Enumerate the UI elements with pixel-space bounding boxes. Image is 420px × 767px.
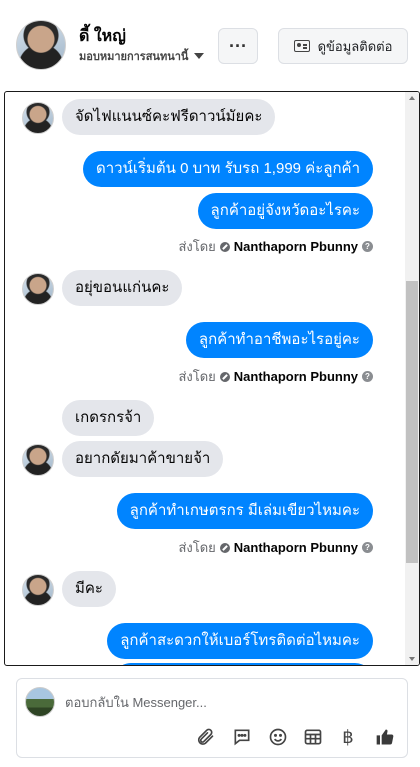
incoming-message[interactable]: อยุ่ขอนแก่นคะ xyxy=(62,270,183,306)
table-icon[interactable] xyxy=(301,725,325,749)
sender-name: Nanthaporn Pbunny xyxy=(233,239,358,254)
view-contact-info-button[interactable]: ดูข้อมูลติดต่อ xyxy=(278,28,408,64)
sent-by-label: ส่งโดย Nanthaporn Pbunny ? xyxy=(178,537,373,558)
help-icon[interactable]: ? xyxy=(362,241,373,252)
page-avatar xyxy=(25,687,55,717)
more-options-button[interactable]: ··· xyxy=(218,28,258,64)
outgoing-message-partial xyxy=(113,663,373,665)
like-icon[interactable] xyxy=(373,725,397,749)
sent-by-label: ส่งโดย Nanthaporn Pbunny ? xyxy=(178,236,373,257)
sent-by-prefix: ส่งโดย xyxy=(178,239,216,254)
contact-avatar-small[interactable] xyxy=(22,102,54,134)
caret-down-icon xyxy=(194,53,205,59)
speech-bubble-icon[interactable] xyxy=(230,725,254,749)
message-composer: ฿ xyxy=(16,678,408,758)
sent-by-prefix: ส่งโดย xyxy=(178,369,216,384)
contact-avatar-small[interactable] xyxy=(22,444,54,476)
outgoing-message[interactable]: ลูกค้าอยู่จังหวัดอะไรคะ xyxy=(197,193,373,229)
assign-label: มอบหมายการสนทนานี้ xyxy=(79,51,189,63)
contact-avatar-small[interactable] xyxy=(22,273,54,305)
outgoing-message[interactable]: ลูกค้าสะดวกให้เบอร์โทรติดต่อไหมคะ xyxy=(107,623,373,659)
sender-name: Nanthaporn Pbunny xyxy=(233,369,358,384)
incoming-message[interactable]: มีคะ xyxy=(62,571,116,607)
assign-conversation-dropdown[interactable]: มอบหมายการสนทนานี้ xyxy=(79,47,205,65)
contact-avatar-small[interactable] xyxy=(22,574,54,606)
block-icon xyxy=(219,371,230,382)
incoming-message[interactable]: จัดไฟแนนซ์คะฟรีดาวน์มัยคะ xyxy=(62,99,276,135)
conversation-header: ดี้ ใหญ่ มอบหมายการสนทนานี้ ··· ดูข้อมูล… xyxy=(0,0,420,90)
view-contact-info-label: ดูข้อมูลติดต่อ xyxy=(317,38,393,54)
outgoing-message[interactable]: ดาวน์เริ่มต้น 0 บาท รับรถ 1,999 ค่ะลูกค้… xyxy=(83,151,373,187)
scroll-down-arrow-icon[interactable] xyxy=(409,657,415,661)
block-icon xyxy=(219,542,230,553)
emoji-icon[interactable] xyxy=(266,725,290,749)
contact-avatar[interactable] xyxy=(16,20,66,70)
sent-by-label: ส่งโดย Nanthaporn Pbunny ? xyxy=(178,366,373,387)
id-card-icon xyxy=(293,40,310,52)
baht-icon[interactable]: ฿ xyxy=(336,725,360,749)
paperclip-icon[interactable] xyxy=(193,725,217,749)
incoming-message[interactable]: เกดรกรจ้า xyxy=(62,400,155,436)
outgoing-message[interactable]: ลูกค้าทำเกษตรกร มีเล่มเขียวไหมคะ xyxy=(116,493,373,529)
incoming-message[interactable]: อยากดัยมาค้าขายจ้า xyxy=(62,441,224,477)
outgoing-message[interactable]: ลูกค้าทำอาชีพอะไรอยู่คะ xyxy=(185,322,373,358)
block-icon xyxy=(219,241,230,252)
contact-name[interactable]: ดี้ ใหญ่ xyxy=(79,24,126,49)
help-icon[interactable]: ? xyxy=(362,371,373,382)
reply-input[interactable] xyxy=(65,691,395,713)
sent-by-prefix: ส่งโดย xyxy=(178,540,216,555)
scrollbar-thumb[interactable] xyxy=(406,281,418,563)
help-icon[interactable]: ? xyxy=(362,542,373,553)
scroll-up-arrow-icon[interactable] xyxy=(409,96,415,100)
scrollbar[interactable] xyxy=(405,92,419,665)
sender-name: Nanthaporn Pbunny xyxy=(233,540,358,555)
message-thread[interactable]: จัดไฟแนนซ์คะฟรีดาวน์มัยคะ ดาวน์เริ่มต้น … xyxy=(4,91,420,666)
